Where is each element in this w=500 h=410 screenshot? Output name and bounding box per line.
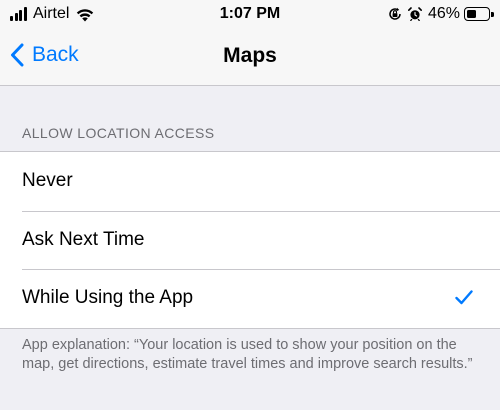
option-label: While Using the App <box>22 287 194 309</box>
location-access-options: Never Ask Next Time While Using the App <box>0 151 500 329</box>
battery-icon <box>464 7 494 21</box>
back-button-label: Back <box>32 43 79 66</box>
option-never[interactable]: Never <box>0 152 500 211</box>
navigation-bar: Back Maps <box>0 30 500 86</box>
section-header: ALLOW LOCATION ACCESS <box>22 125 215 141</box>
alarm-icon <box>407 7 422 21</box>
battery-level-fill <box>466 9 476 18</box>
option-label: Ask Next Time <box>22 228 145 250</box>
status-right: 46% <box>388 5 494 23</box>
option-while-using-the-app[interactable]: While Using the App <box>0 269 500 328</box>
option-label: Never <box>22 170 73 192</box>
status-bar: Airtel 1:07 PM 46% <box>0 0 500 30</box>
option-ask-next-time[interactable]: Ask Next Time <box>0 210 500 270</box>
chevron-left-icon <box>11 43 24 67</box>
app-explanation-footer: App explanation: “Your location is used … <box>22 337 473 372</box>
checkmark-icon <box>455 290 473 305</box>
back-button[interactable]: Back <box>10 43 79 67</box>
orientation-lock-icon <box>389 7 401 20</box>
battery-percentage: 46% <box>427 5 460 22</box>
